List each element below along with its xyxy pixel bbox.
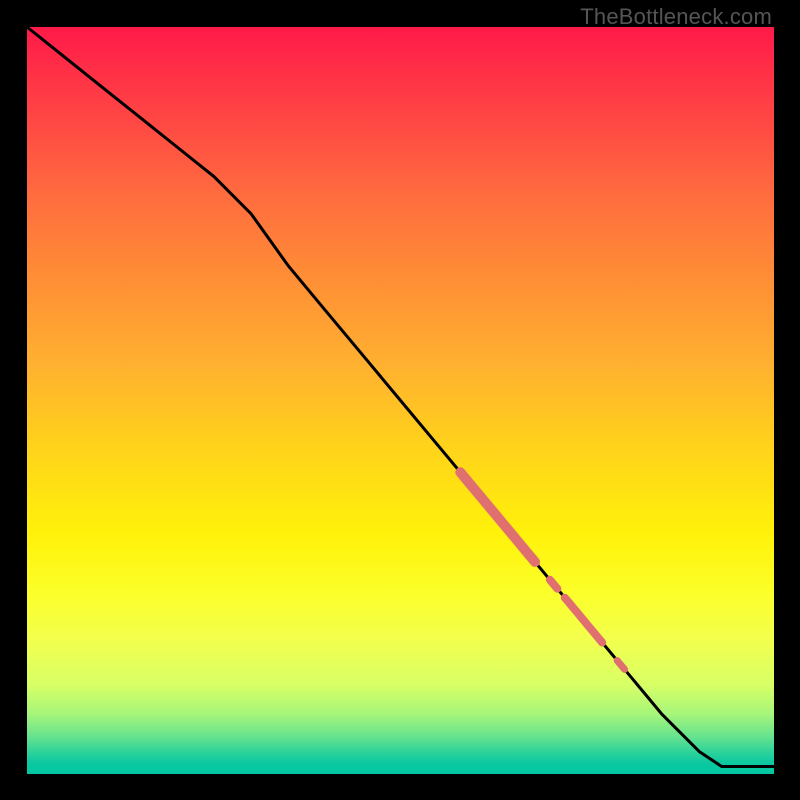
plot-area (27, 27, 774, 774)
highlight-segment (565, 598, 602, 643)
highlight-segment (460, 472, 535, 562)
curve-line (27, 27, 774, 767)
highlight-segment (617, 661, 625, 670)
highlight-segment (550, 580, 558, 589)
curve-svg (27, 27, 774, 774)
attribution-text: TheBottleneck.com (580, 4, 772, 30)
chart-stage: TheBottleneck.com (0, 0, 800, 800)
